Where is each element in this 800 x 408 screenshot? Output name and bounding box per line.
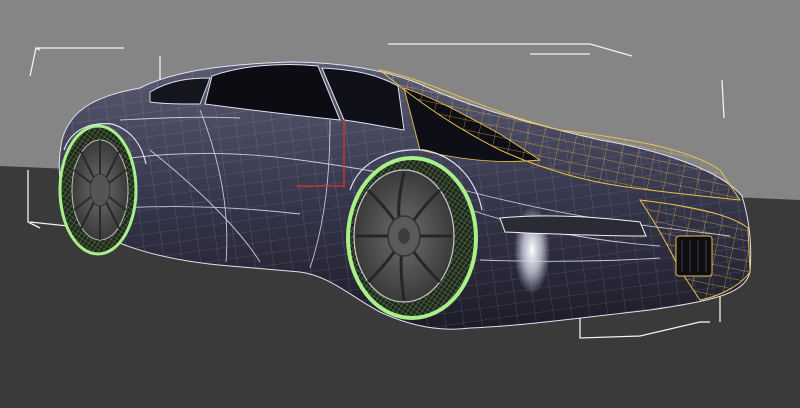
3d-viewport[interactable] — [0, 0, 800, 408]
front-wheel[interactable] — [346, 156, 478, 320]
front-grille — [675, 235, 713, 277]
rear-wheel[interactable] — [58, 124, 138, 256]
